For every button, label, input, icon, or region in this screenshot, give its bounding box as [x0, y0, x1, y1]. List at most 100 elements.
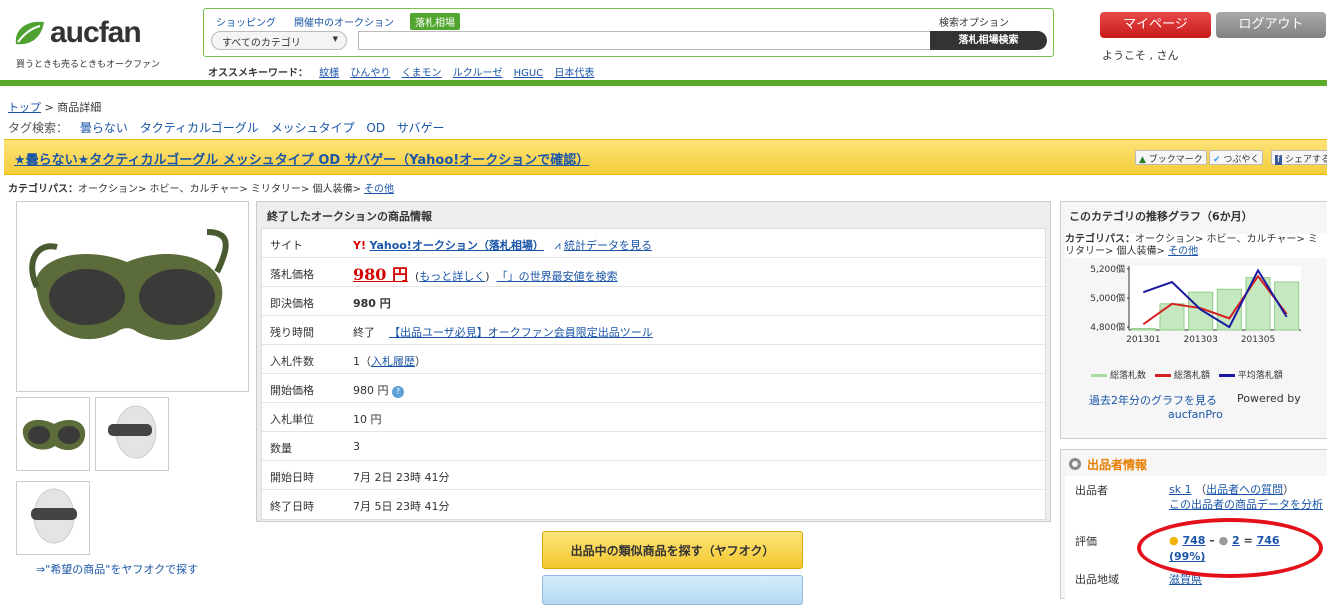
graph-cat-last-link[interactable]: その他 — [1168, 246, 1198, 257]
bar — [1130, 328, 1156, 331]
search-input[interactable] — [358, 31, 932, 50]
help-icon[interactable]: ? — [392, 386, 404, 398]
more-details-link[interactable]: もっと詳しく — [419, 270, 485, 283]
keyword-link[interactable]: ルクルーゼ — [453, 68, 503, 79]
y-tick-label: 5,000個 — [1090, 292, 1125, 304]
tweet-label: つぶやく — [1223, 155, 1260, 165]
keyword-link[interactable]: くまモン — [402, 68, 442, 79]
graph-cat-label: カテゴリパス： — [1065, 234, 1135, 245]
tab-sold-prices[interactable]: 落札相場 — [410, 13, 460, 30]
mypage-button[interactable]: マイページ — [1100, 12, 1211, 38]
seller-analysis-link[interactable]: この出品者の商品データを分析 — [1169, 498, 1323, 511]
goggles-image-icon — [29, 229, 229, 340]
keyword-link[interactable]: HGUC — [514, 68, 544, 79]
row-label: 開始価格 — [270, 384, 314, 397]
search-options-link[interactable]: 検索オプション — [939, 14, 1009, 29]
seller-tool-link[interactable]: 【出品ユーザ必見】オークファン会員限定出品ツール — [389, 326, 653, 339]
yahoo-icon: Y! — [353, 239, 366, 252]
past-graph-link[interactable]: 過去2年分のグラフを見る — [1089, 392, 1217, 408]
legend-swatch — [1218, 374, 1235, 377]
powered-by-text: Powered by — [1237, 392, 1301, 405]
table-row: 入札単位 10 円 — [262, 403, 1045, 432]
category-graph-panel: このカテゴリの推移グラフ（6か月） カテゴリパス：オークション> ホビー、カルチ… — [1060, 201, 1327, 439]
category-select-value: すべてのカテゴリ — [222, 38, 301, 49]
y-tick-label: 5,200個 — [1090, 263, 1125, 275]
welcome-text: ようこそ , さん — [1102, 49, 1179, 62]
category-select[interactable]: すべてのカテゴリ ▼ — [211, 31, 347, 50]
category-path-text: オークション> ホビー、カルチャー> ミリタリー> 個人装備> — [78, 184, 365, 195]
tag-link[interactable]: メッシュタイプ — [271, 121, 355, 135]
share-button[interactable]: f シェアする — [1271, 150, 1327, 165]
keyword-link[interactable]: 紋様 — [319, 68, 339, 79]
legend-swatch — [1091, 374, 1107, 377]
stats-link[interactable]: 統計データを見る — [564, 239, 652, 252]
seller-label: 出品者 — [1075, 484, 1108, 497]
auction-info-heading: 終了したオークションの商品情報 — [267, 210, 432, 223]
logout-button[interactable]: ログアウト — [1216, 12, 1326, 38]
bid-history-link[interactable]: 入札履歴 — [371, 355, 415, 368]
breadcrumb-top-link[interactable]: トップ — [8, 101, 41, 114]
thumbnail-mannequin-side[interactable] — [95, 397, 169, 471]
remaining-value: 終了 — [353, 326, 375, 339]
breadcrumb-current: 商品詳細 — [57, 101, 102, 114]
keyword-link[interactable]: 日本代表 — [554, 68, 594, 79]
bookmark-icon: ▲ — [1139, 155, 1146, 165]
rating-label: 評価 — [1075, 535, 1097, 548]
row-value: 終了 【出品ユーザ必見】オークファン会員限定出品ツール — [353, 324, 653, 340]
row-value: 980 円 — [353, 297, 391, 310]
graph-heading: このカテゴリの推移グラフ（6か月） — [1069, 210, 1253, 223]
cheapest-search-link[interactable]: 「」の世界最安値を検索 — [497, 270, 618, 283]
category-path-label: カテゴリパス： — [8, 184, 78, 195]
tag-link[interactable]: サバゲー — [397, 121, 445, 135]
final-price[interactable]: 980 円 — [353, 265, 408, 284]
aucfanpro-link[interactable]: aucfanPro — [1168, 408, 1223, 421]
search-similar-yahoo-button[interactable]: 出品中の類似商品を探す（ヤフオク） — [542, 531, 803, 569]
row-value: 1（入札履歴） — [353, 355, 426, 368]
table-row: 落札価格 980 円 (もっと詳しく) 「」の世界最安値を検索 — [262, 258, 1045, 287]
tag-link[interactable]: 曇らない — [80, 121, 128, 135]
thumbnail-mannequin-front[interactable] — [16, 481, 90, 555]
thumbnail-goggles[interactable] — [16, 397, 90, 471]
row-value: 7月 5日 23時 41分 — [353, 500, 450, 513]
search-button[interactable]: 落札相場検索 — [930, 31, 1047, 50]
row-label: 入札件数 — [270, 355, 314, 368]
header-divider — [0, 80, 1327, 86]
y-tick-label: 4,800個 — [1090, 321, 1125, 333]
search-box: ショッピング 開催中のオークション 落札相場 検索オプション すべてのカテゴリ ▼… — [203, 8, 1054, 57]
start-price-value: 980 円 — [353, 384, 389, 397]
mannequin-front-icon — [31, 488, 77, 544]
wish-item-link[interactable]: ⇒"希望の商品"をヤフオクで探す — [36, 561, 198, 577]
question-link[interactable]: 出品者への質問 — [1206, 483, 1283, 496]
bookmark-label: ブックマーク — [1148, 155, 1203, 165]
bookmark-button[interactable]: ▲ ブックマーク — [1135, 150, 1207, 165]
aucfan-logo[interactable]: aucfan 買うときも売るときもオークファン — [12, 12, 162, 72]
bullet-icon — [1069, 458, 1081, 470]
row-value: 980 円 (もっと詳しく) 「」の世界最安値を検索 — [353, 265, 618, 284]
legend-swatch — [1154, 374, 1171, 377]
main-product-image[interactable] — [16, 201, 249, 392]
recommended-keywords: オススメキーワード： 紋様 ひんやり くまモン ルクルーゼ HGUC 日本代表 — [208, 64, 594, 79]
site-link[interactable]: Yahoo!オークション（落札相場） — [369, 239, 543, 252]
table-row: 開始日時 7月 2日 23時 41分 — [262, 461, 1045, 490]
table-row: 数量 3 — [262, 432, 1045, 461]
row-label: 開始日時 — [270, 471, 314, 484]
row-value: Y! Yahoo!オークション（落札相場） ⩘ 統計データを見る — [353, 237, 652, 253]
tab-shopping[interactable]: ショッピング — [216, 14, 276, 29]
tab-open-auctions[interactable]: 開催中のオークション — [294, 14, 394, 29]
seller-heading: 出品者情報 — [1069, 456, 1147, 473]
legend-label: 総落札数 — [1110, 371, 1147, 381]
seller-name-link[interactable]: sk 1 — [1169, 483, 1192, 496]
item-title-link[interactable]: ★曇らない★タクティカルゴーグル メッシュタイプ OD サバゲー（Yahoo!オ… — [14, 149, 589, 168]
secondary-button[interactable] — [542, 575, 803, 605]
tweet-button[interactable]: ✔ つぶやく — [1209, 150, 1264, 165]
table-row: 入札件数 1（入札履歴） — [262, 345, 1045, 374]
red-highlight-circle — [1137, 518, 1323, 578]
category-last-link[interactable]: その他 — [364, 184, 394, 195]
legend-label: 平均落札額 — [1237, 371, 1283, 381]
tag-link[interactable]: OD — [366, 121, 385, 135]
x-tick-label: 201301 — [1126, 335, 1160, 345]
auction-info-table: サイト Y! Yahoo!オークション（落札相場） ⩘ 統計データを見る 落札価… — [261, 228, 1046, 520]
table-row: 終了日時 7月 5日 23時 41分 — [262, 490, 1045, 519]
keyword-link[interactable]: ひんやり — [350, 68, 390, 79]
tag-link[interactable]: タクティカルゴーグル — [140, 121, 259, 135]
